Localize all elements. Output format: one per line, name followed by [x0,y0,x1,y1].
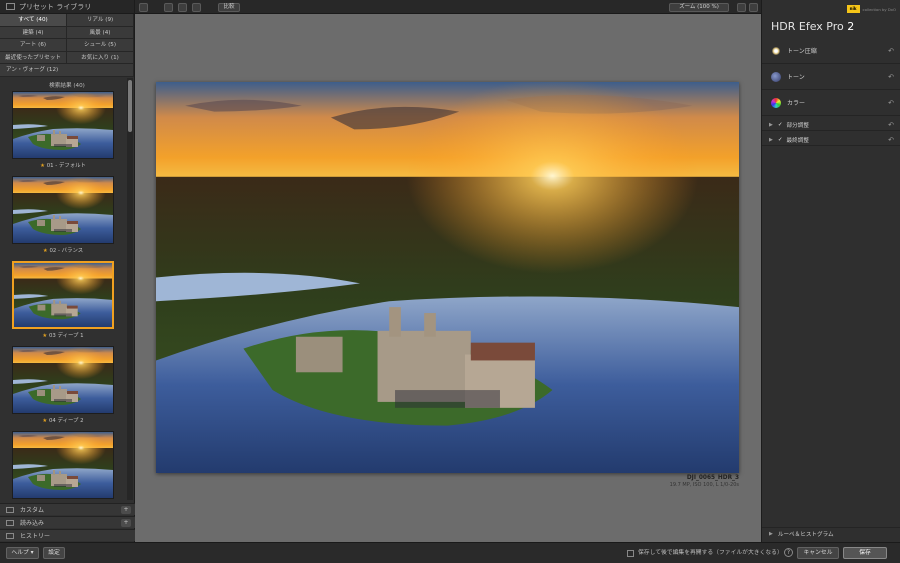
preset-label: ★ 01 - デフォルト [40,163,86,169]
undo-icon[interactable]: ↶ [888,136,894,144]
search-results-title: 検索結果 (40) [49,82,85,89]
preset-library-header[interactable]: プリセット ライブラリ [0,0,134,14]
category-all[interactable]: すべて (40) [0,14,67,27]
section-history[interactable]: ヒストリー [0,529,135,541]
preset-thumbnail-image [13,92,113,158]
custom-icon [6,506,14,513]
image-canvas[interactable]: DJI_0065_HDR_3 19.7 MP, ISO 100, L 1/0-2… [135,14,761,542]
history-icon [6,532,14,539]
toggle-right-panel-icon[interactable] [749,3,758,12]
category-grid: すべて (40) リアル (9) 建築 (4) 風景 (4) アート (6) シ… [0,14,134,77]
color-row[interactable]: カラー ↶ [762,90,900,116]
category-real[interactable]: リアル (9) [67,14,134,27]
star-icon: ★ [42,418,48,424]
top-toolbar: 比較 ズーム (100 %) [135,0,761,14]
tone-icon [771,71,781,82]
preset-thumbnail[interactable] [12,91,114,159]
local-adjustments-row[interactable]: ▶ ✓ 部分調整 ↶ [762,119,900,131]
split-view-icon[interactable] [178,3,187,12]
help-button[interactable]: ヘルプ ▾ [6,547,39,559]
save-button[interactable]: 保存 [843,547,887,559]
category-recent[interactable]: 最近使ったプリセット [0,51,67,64]
category-landscape[interactable]: 風景 (4) [67,26,134,39]
sun-icon [771,45,781,56]
image-metadata: 19.7 MP, ISO 100, L 1/0-20s [669,482,739,488]
hdr-efex-window: プリセット ライブラリ すべて (40) リアル (9) 建築 (4) 風景 (… [0,0,900,563]
save-resume-option[interactable]: 保存して後で編集を再開する（ファイルが大きくなる） [627,547,783,559]
preset-library-title: プリセット ライブラリ [19,2,92,11]
cancel-button[interactable]: キャンセル [797,547,839,559]
preset-thumbnail[interactable] [12,346,114,414]
section-import[interactable]: 読み込み + [0,516,135,528]
adjustments-panel: nik collection by DxO HDR Efex Pro 2 トーン… [761,0,900,542]
color-wheel-icon [771,97,781,108]
app-title: HDR Efex Pro 2 [771,20,855,33]
category-art[interactable]: アート (6) [0,39,67,52]
add-icon[interactable]: + [121,506,131,514]
undo-icon[interactable]: ↶ [888,99,894,107]
preset-thumbnail-selected[interactable] [12,261,114,329]
star-icon: ★ [40,163,45,169]
compare-button[interactable]: 比較 [218,3,240,12]
import-icon [6,519,14,526]
save-resume-checkbox[interactable] [627,549,634,557]
category-vogue[interactable]: アン・ヴォーグ (12) [0,64,134,77]
preview-photo[interactable] [156,82,739,473]
finishing-adjustments-row[interactable]: ▶ ✓ 最終調整 ↶ [762,134,900,146]
zoom-dropdown[interactable]: ズーム (100 %) [669,3,729,12]
expand-icon[interactable]: ▶ [769,531,773,537]
preset-label: ★ 04 ディープ 2 [42,418,84,424]
preset-label: ★ 02 - バランス [42,248,84,254]
brand-subtitle: collection by DxO [862,6,896,12]
preset-label: ★ 03 ディープ 1 [42,333,84,339]
side-by-side-view-icon[interactable] [192,3,201,12]
preset-thumbnail-list[interactable]: ★ 01 - デフォルト ★ 02 - バランス ★ 03 ディープ 1 ★ 0… [0,91,126,499]
star-icon: ★ [42,248,48,254]
expand-icon[interactable]: ▶ [769,122,773,128]
preset-thumbnail-image [13,432,113,498]
bottom-bar: ヘルプ ▾ 設定 保存して後で編集を再開する（ファイルが大きくなる） ? キャン… [0,542,900,563]
expand-icon[interactable]: ▶ [769,137,773,143]
nik-brand: nik collection by DxO [846,5,896,13]
undo-icon[interactable]: ↶ [888,47,894,55]
scrollbar-thumb[interactable] [128,80,132,132]
tone-compression-row[interactable]: トーン圧縮 ↶ [762,38,900,64]
single-view-icon[interactable] [164,3,173,12]
preset-thumbnail-image [13,347,113,413]
preset-library-panel: プリセット ライブラリ すべて (40) リアル (9) 建築 (4) 風景 (… [0,0,135,542]
category-favorites[interactable]: お気に入り (1) [67,51,134,64]
nik-logo: nik [846,5,860,13]
undo-icon[interactable]: ↶ [888,121,894,129]
castle-sunset-image [156,82,739,473]
undo-icon[interactable]: ↶ [888,73,894,81]
preset-thumbnail-image [14,263,112,327]
checkbox-icon[interactable]: ✓ [778,122,783,128]
tone-row[interactable]: トーン ↶ [762,64,900,90]
checkbox-icon[interactable]: ✓ [778,137,783,143]
settings-button[interactable]: 設定 [43,547,65,559]
add-icon[interactable]: + [121,519,131,527]
preset-thumbnail[interactable] [12,431,114,499]
preset-scrollbar[interactable] [127,78,133,500]
star-icon: ★ [42,333,48,339]
section-custom[interactable]: カスタム + [0,503,135,515]
image-filename: DJI_0065_HDR_3 [686,475,739,481]
loupe-histogram-row[interactable]: ▶ ルーペ＆ヒストグラム [762,527,900,540]
background-toggle-icon[interactable] [737,3,746,12]
library-icon [6,3,15,10]
preset-thumbnail-image [13,177,113,243]
help-icon[interactable]: ? [784,548,793,557]
category-surreal[interactable]: シュール (5) [67,39,134,52]
category-architecture[interactable]: 建築 (4) [0,26,67,39]
preset-thumbnail[interactable] [12,176,114,244]
toggle-left-panel-icon[interactable] [139,3,148,12]
